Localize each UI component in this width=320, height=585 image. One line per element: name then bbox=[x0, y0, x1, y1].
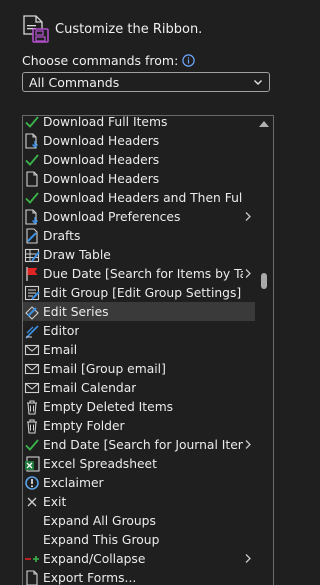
dialog-header: Customize the Ribbon. bbox=[20, 14, 202, 44]
edit-group-icon bbox=[24, 285, 40, 301]
envelope-icon bbox=[24, 361, 40, 377]
scroll-thumb[interactable] bbox=[261, 273, 267, 289]
command-label: Download Headers and Then Full... bbox=[43, 191, 243, 205]
command-label: Due Date [Search for Items by Tas... bbox=[43, 267, 243, 281]
command-list-item[interactable]: Email [Group email] bbox=[23, 359, 255, 378]
command-list-item[interactable]: Download Headers bbox=[23, 169, 255, 188]
info-icon[interactable] bbox=[182, 54, 195, 67]
command-label: Download Headers bbox=[43, 153, 159, 167]
command-label: Email Calendar bbox=[43, 381, 136, 395]
chevron-right-icon bbox=[244, 268, 252, 279]
command-list-item[interactable]: Edit Series bbox=[23, 302, 255, 321]
trash-icon bbox=[24, 418, 40, 434]
command-label: Excel Spreadsheet bbox=[43, 457, 157, 471]
command-list-item[interactable]: Due Date [Search for Items by Tas... bbox=[23, 264, 255, 283]
command-list-item[interactable]: Download Headers and Then Full... bbox=[23, 188, 255, 207]
command-label: Empty Folder bbox=[43, 419, 125, 433]
close-x-icon bbox=[24, 494, 40, 510]
trash-icon bbox=[24, 399, 40, 415]
command-label: Email [Group email] bbox=[43, 362, 166, 376]
command-label: Edit Group [Edit Group Settings] bbox=[43, 286, 241, 300]
check-green-icon bbox=[24, 437, 40, 453]
command-label: Download Headers bbox=[43, 172, 159, 186]
command-list-item[interactable]: Download Headers bbox=[23, 150, 255, 169]
command-list-item[interactable]: Download Full Items bbox=[23, 115, 255, 131]
download-page-icon bbox=[24, 133, 40, 149]
download-page-icon bbox=[24, 209, 40, 225]
exclaimer-icon bbox=[24, 475, 40, 491]
command-list-item[interactable]: Email Calendar bbox=[23, 378, 255, 397]
chevron-right-icon bbox=[244, 439, 252, 450]
command-label: Expand This Group bbox=[43, 533, 159, 547]
command-list-item[interactable]: Excel Spreadsheet bbox=[23, 454, 255, 473]
choose-commands-label: Choose commands from: bbox=[22, 53, 178, 68]
dialog-title: Customize the Ribbon. bbox=[55, 22, 202, 37]
commands-list-items: Download Full Items Download Headers Downl… bbox=[23, 115, 255, 585]
command-list-item[interactable]: Exit bbox=[23, 492, 255, 511]
envelope-icon bbox=[24, 380, 40, 396]
command-label: Download Headers bbox=[43, 134, 159, 148]
check-green-icon bbox=[24, 190, 40, 206]
command-list-item[interactable]: Download Preferences bbox=[23, 207, 255, 226]
scroll-up-arrow-icon[interactable] bbox=[259, 120, 269, 128]
chevron-right-icon bbox=[244, 553, 252, 564]
command-list-item[interactable]: Email bbox=[23, 340, 255, 359]
commands-list[interactable]: Download Full Items Download Headers Downl… bbox=[22, 115, 274, 585]
excel-icon bbox=[24, 456, 40, 472]
command-label: Draw Table bbox=[43, 248, 111, 262]
command-list-item[interactable]: End Date [Search for Journal Items... bbox=[23, 435, 255, 454]
red-flag-icon bbox=[24, 266, 40, 282]
commands-source-dropdown[interactable]: All Commands bbox=[22, 72, 270, 92]
command-list-item[interactable]: Empty Deleted Items bbox=[23, 397, 255, 416]
command-list-item[interactable]: Drafts bbox=[23, 226, 255, 245]
dropdown-selected-value: All Commands bbox=[29, 75, 119, 90]
command-label: Expand/Collapse bbox=[43, 552, 145, 566]
envelope-icon bbox=[24, 342, 40, 358]
command-list-item[interactable]: Edit Group [Edit Group Settings] bbox=[23, 283, 255, 302]
command-label: Edit Series bbox=[43, 305, 109, 319]
chevron-right-icon bbox=[244, 211, 252, 222]
command-label: Expand All Groups bbox=[43, 514, 156, 528]
command-label: Drafts bbox=[43, 229, 80, 243]
page-icon bbox=[24, 171, 40, 187]
command-list-item[interactable]: Expand This Group bbox=[23, 530, 255, 549]
choose-commands-row: Choose commands from: bbox=[22, 53, 195, 68]
customize-ribbon-icon bbox=[20, 14, 50, 44]
check-green-icon bbox=[24, 115, 40, 130]
command-label: Email bbox=[43, 343, 77, 357]
command-list-item[interactable]: Editor bbox=[23, 321, 255, 340]
command-label: Export Forms... bbox=[43, 571, 136, 585]
command-label: Empty Deleted Items bbox=[43, 400, 173, 414]
command-list-item[interactable]: Draw Table bbox=[23, 245, 255, 264]
chevron-down-icon bbox=[253, 77, 263, 87]
drafts-icon bbox=[24, 228, 40, 244]
expand-collapse-icon bbox=[24, 551, 40, 567]
draw-table-icon bbox=[24, 247, 40, 263]
command-list-item[interactable]: Expand/Collapse bbox=[23, 549, 255, 568]
command-label: Download Preferences bbox=[43, 210, 180, 224]
command-list-item[interactable]: Empty Folder bbox=[23, 416, 255, 435]
command-label: Exclaimer bbox=[43, 476, 104, 490]
command-label: Exit bbox=[43, 495, 66, 509]
command-label: End Date [Search for Journal Items... bbox=[43, 438, 243, 452]
check-green-icon bbox=[24, 152, 40, 168]
command-list-item[interactable]: Expand All Groups bbox=[23, 511, 255, 530]
command-list-item[interactable]: Download Headers bbox=[23, 131, 255, 150]
command-list-item[interactable]: Exclaimer bbox=[23, 473, 255, 492]
command-label: Editor bbox=[43, 324, 79, 338]
editor-icon bbox=[24, 323, 40, 339]
command-label: Download Full Items bbox=[43, 115, 167, 129]
page-icon bbox=[24, 570, 40, 585]
edit-series-icon bbox=[24, 304, 40, 320]
list-scrollbar[interactable] bbox=[255, 116, 273, 585]
